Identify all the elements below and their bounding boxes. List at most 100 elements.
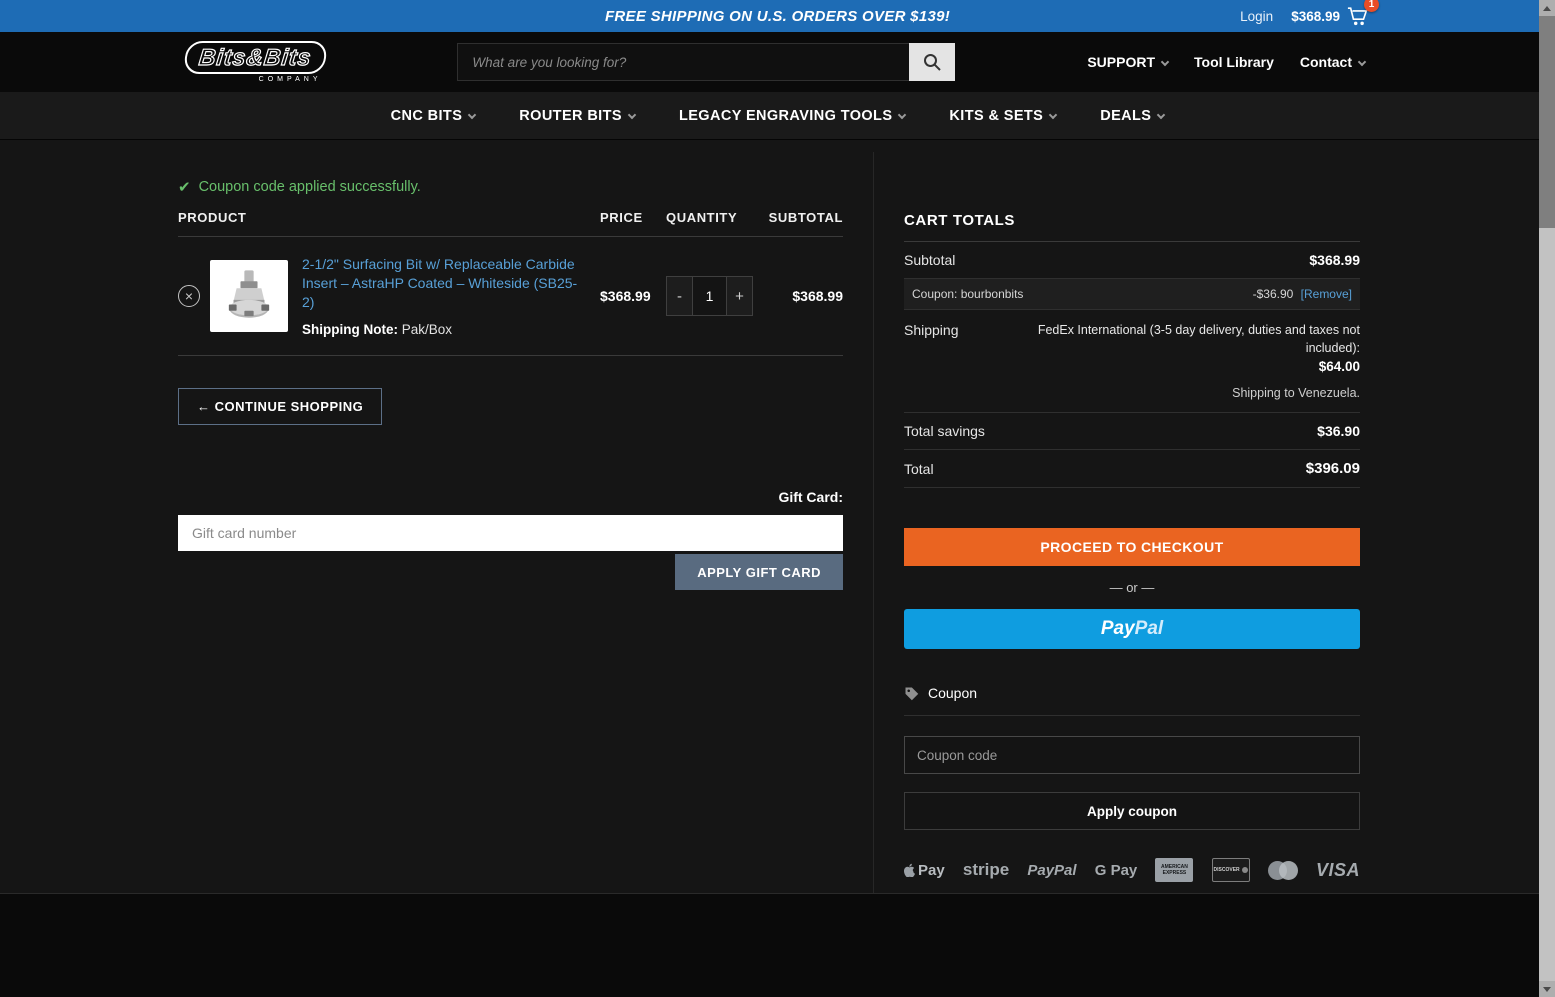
- nav-label: CNC BITS: [390, 107, 463, 124]
- cart-link[interactable]: $368.99 1: [1291, 0, 1379, 26]
- paypal-button[interactable]: PayPal: [904, 609, 1360, 649]
- search-button[interactable]: [909, 43, 956, 81]
- login-link[interactable]: Login: [1240, 9, 1273, 24]
- discover-icon: DISCOVER: [1211, 858, 1250, 882]
- nav-label: LEGACY ENGRAVING TOOLS: [678, 107, 893, 124]
- promo-bar: FREE SHIPPING ON U.S. ORDERS OVER $139! …: [0, 0, 1555, 32]
- scrollbar[interactable]: [1539, 0, 1555, 997]
- nav-item-legacy-engraving-tools[interactable]: LEGACY ENGRAVING TOOLS: [678, 107, 907, 124]
- paypal-mark-icon: PayPal: [1027, 861, 1077, 879]
- chevron-down-icon: [1357, 57, 1367, 67]
- scroll-up-arrow-icon: [1543, 5, 1551, 11]
- search-icon: [922, 52, 942, 72]
- logo-text: Bits&Bits: [197, 43, 313, 70]
- header-link-support[interactable]: SUPPORT: [1087, 54, 1170, 70]
- nav-item-cnc-bits[interactable]: CNC BITS: [390, 107, 477, 124]
- shipping-row: Shipping FedEx International (3-5 day de…: [904, 310, 1360, 413]
- coupon-section-heading: Coupon: [904, 685, 1360, 716]
- notice-text: Coupon code applied successfully.: [198, 179, 421, 195]
- nav-item-kits-sets[interactable]: KITS & SETS: [949, 107, 1058, 124]
- shipping-method: FedEx International (3-5 day delivery, d…: [1037, 323, 1360, 355]
- item-subtotal: $368.99: [792, 288, 843, 304]
- coupon-amount: -$36.90: [1252, 287, 1294, 301]
- total-value: $396.09: [1305, 460, 1360, 477]
- shipping-destination: Shipping to Venezuela.: [1232, 386, 1360, 400]
- scroll-up-button[interactable]: [1539, 0, 1555, 16]
- scroll-down-button[interactable]: [1539, 981, 1555, 997]
- quantity-decrease-button[interactable]: -: [666, 276, 693, 316]
- coupon-label: Coupon: bourbonbits: [912, 287, 1024, 301]
- product-title-link[interactable]: 2-1/2" Surfacing Bit w/ Replaceable Carb…: [302, 256, 577, 310]
- nav-label: DEALS: [1100, 107, 1152, 124]
- cart-totals-heading: CART TOTALS: [904, 212, 1360, 242]
- discover-label: DISCOVER: [1213, 867, 1240, 873]
- header-link-contact[interactable]: Contact: [1299, 54, 1367, 70]
- logo-subtext: COMPANY: [258, 76, 322, 83]
- gift-card-input[interactable]: [178, 515, 843, 551]
- cart-totals-column: CART TOTALS Subtotal $368.99 Coupon: bou…: [904, 212, 1360, 882]
- subtotal-value: $368.99: [1309, 252, 1360, 268]
- cart-page: ✔ Coupon code applied successfully. PROD…: [0, 140, 1555, 893]
- cart-item-row: × 2-1/2" Surfacing Bit w/ Replaceable Ca…: [178, 237, 843, 356]
- savings-label: Total savings: [904, 423, 985, 439]
- scroll-down-arrow-icon: [1543, 986, 1551, 992]
- coupon-row: Coupon: bourbonbits -$36.90 [Remove]: [904, 279, 1360, 310]
- column-divider: [873, 152, 874, 893]
- stripe-icon: stripe: [962, 860, 1010, 879]
- amex-icon: AMERICAN EXPRESS: [1155, 858, 1194, 882]
- gpay-icon: G Pay: [1094, 861, 1138, 879]
- discover-ball: [1241, 867, 1248, 873]
- remove-item-button[interactable]: ×: [178, 285, 200, 307]
- shipping-note-value: Pak/Box: [401, 322, 453, 337]
- product-image[interactable]: [210, 260, 288, 332]
- gift-card-label: Gift Card:: [778, 489, 843, 505]
- page-footer: [0, 893, 1555, 997]
- apply-coupon-button[interactable]: Apply coupon: [904, 792, 1360, 830]
- continue-shopping-button[interactable]: ← CONTINUE SHOPPING: [178, 388, 383, 425]
- paypal-logo: Pay: [1100, 618, 1135, 639]
- site-header: Bits&Bits COMPANY SUPPORT Tool Library C…: [0, 32, 1555, 92]
- chevron-down-icon: [898, 110, 907, 119]
- apply-gift-card-button[interactable]: APPLY GIFT CARD: [675, 554, 843, 590]
- contact-label: Contact: [1299, 54, 1352, 70]
- subtotal-row: Subtotal $368.99: [904, 242, 1360, 279]
- proceed-to-checkout-button[interactable]: PROCEED TO CHECKOUT: [904, 528, 1360, 566]
- col-header-subtotal: SUBTOTAL: [768, 210, 843, 225]
- site-logo[interactable]: Bits&Bits COMPANY: [183, 41, 328, 83]
- quantity-increase-button[interactable]: +: [726, 276, 753, 316]
- nav-item-deals[interactable]: DEALS: [1100, 107, 1166, 124]
- scrollbar-thumb[interactable]: [1539, 16, 1555, 228]
- savings-value: $36.90: [1317, 423, 1360, 439]
- applepay-icon: Pay: [904, 862, 945, 879]
- coupon-code-input[interactable]: [904, 736, 1360, 774]
- subtotal-label: Subtotal: [904, 252, 956, 268]
- nav-label: KITS & SETS: [949, 107, 1044, 124]
- surfacing-bit-image: [228, 270, 270, 318]
- quantity-input[interactable]: [693, 276, 726, 316]
- remove-coupon-link[interactable]: [Remove]: [1301, 287, 1352, 301]
- header-link-tool-library[interactable]: Tool Library: [1194, 54, 1274, 70]
- search-input[interactable]: [457, 43, 910, 81]
- applepay-label: Pay: [918, 861, 945, 879]
- col-header-quantity: QUANTITY: [666, 210, 738, 225]
- quantity-stepper: - +: [666, 276, 753, 316]
- topbar-account-area: Login $368.99 1: [1240, 0, 1379, 26]
- total-row: Total $396.09: [904, 450, 1360, 488]
- chevron-down-icon: [1160, 57, 1170, 67]
- item-price: $368.99: [600, 288, 651, 304]
- coupon-heading-text: Coupon: [928, 685, 978, 701]
- shipping-note: Shipping Note: Pak/Box: [302, 322, 584, 337]
- shipping-cost: $64.00: [1318, 359, 1360, 374]
- nav-label: ROUTER BITS: [519, 107, 622, 124]
- amex-label: AMERICAN EXPRESS: [1160, 864, 1188, 876]
- support-label: SUPPORT: [1087, 54, 1156, 70]
- payment-methods: Pay stripe PayPal G Pay AMERICAN EXPRESS…: [904, 858, 1360, 882]
- nav-item-router-bits[interactable]: ROUTER BITS: [519, 107, 637, 124]
- visa-icon: VISA: [1315, 859, 1360, 880]
- col-header-product: PRODUCT: [178, 210, 247, 225]
- check-icon: ✔: [178, 179, 191, 196]
- logo-box: Bits&Bits: [183, 41, 328, 74]
- col-header-price: PRICE: [600, 210, 643, 225]
- header-links: SUPPORT Tool Library Contact: [1087, 54, 1367, 70]
- shipping-label: Shipping: [904, 322, 959, 338]
